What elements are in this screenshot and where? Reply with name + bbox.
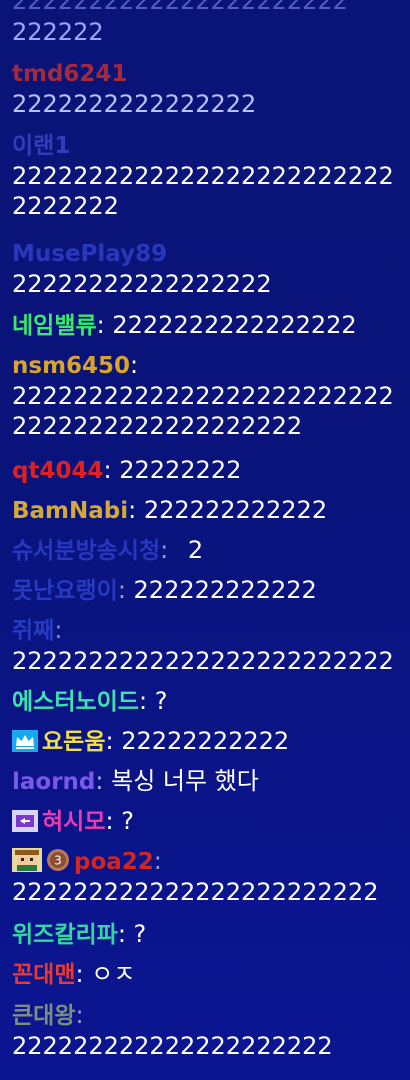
- chat-nickname[interactable]: tmd6241: [12, 61, 127, 87]
- chat-line: qt4044: 22222222: [12, 456, 242, 484]
- chat-line: 222222: [12, 17, 404, 47]
- chat-message-text: 2222222222222222222222222: [12, 647, 394, 675]
- chat-message-text: 2: [187, 536, 204, 564]
- chat-nickname[interactable]: poa22: [74, 849, 154, 875]
- chat-message-text: 22222222222: [121, 727, 290, 755]
- chat-nickname[interactable]: BamNabi: [12, 498, 128, 524]
- chat-nickname[interactable]: qt4044: [12, 458, 103, 484]
- chat-nickname[interactable]: 꼰대맨: [12, 962, 75, 988]
- chat-nickname[interactable]: 큰대왕: [12, 1003, 75, 1029]
- chat-message-text: ?: [121, 807, 134, 835]
- chat-nickname[interactable]: 혀시모: [42, 809, 105, 835]
- chat-message-text: 2222222222222222222222222222222222222222…: [12, 382, 394, 440]
- chat-message-text: 복싱 너무 했다: [111, 767, 259, 795]
- chat-message-text: ㅇㅈ: [91, 960, 136, 988]
- chat-message-text: 22222222222222222: [12, 270, 272, 298]
- chat-message-text: 222222222222222222222: [12, 1032, 333, 1060]
- chat-message-text: 2222222222222222222222: [12, 0, 348, 15]
- chat-nickname[interactable]: 쥐째: [12, 618, 54, 644]
- pixel-avatar-icon: [12, 848, 42, 872]
- level-badge: 3: [46, 848, 70, 872]
- chat-message-text: 222222222222: [133, 576, 317, 604]
- chat-message-text: ?: [154, 687, 168, 715]
- chat-line: 위즈칼리파: ?: [12, 920, 147, 948]
- chat-nickname[interactable]: 못난요랭이: [12, 578, 118, 604]
- chat-line: 혀시모: ?: [12, 806, 404, 837]
- chat-message-text: 22222222: [119, 456, 242, 484]
- crown-icon: [12, 730, 38, 752]
- chat-line: BamNabi: 222222222222: [12, 496, 328, 524]
- chat-nickname[interactable]: 네임밸류: [12, 313, 97, 339]
- chat-line: nsm6450: 2222222222222222222222222222222…: [12, 351, 394, 440]
- chat-nickname[interactable]: 이랜1: [12, 133, 70, 159]
- chat-nickname[interactable]: 슈서분방송시청: [12, 538, 160, 564]
- chat-line: 슈서분방송시청: 2: [12, 536, 204, 564]
- chat-line-partial: 2222222222222222222222: [12, 0, 404, 16]
- chat-nickname[interactable]: 위즈칼리파: [12, 922, 118, 948]
- chat-line: MusePlay89 22222222222222222: [12, 238, 404, 299]
- chat-line: 이랜1 22222222222222222222222222222222: [12, 130, 404, 221]
- chat-line: laornd: 복싱 너무 했다: [12, 767, 259, 795]
- chat-message-text: 222222222222222222222222: [12, 878, 379, 906]
- chat-line: 꼰대맨: ㅇㅈ: [12, 960, 136, 988]
- chat-line: 네임밸류: 2222222222222222: [12, 311, 357, 339]
- chat-line: tmd6241 2222222222222222: [12, 58, 404, 119]
- ticket-icon: [12, 810, 38, 832]
- chat-message-text: 22222222222222222222222222222222: [12, 162, 394, 220]
- chat-line: 요돈움: 22222222222: [12, 726, 404, 757]
- chat-nickname[interactable]: 요돈움: [42, 729, 105, 755]
- chat-message-text: 222222222222: [143, 496, 328, 524]
- chat-nickname[interactable]: nsm6450: [12, 353, 130, 379]
- chat-message-text: 2222222222222222: [12, 90, 257, 118]
- chat-message-text: 222222: [12, 18, 104, 46]
- chat-line: 에스터노이드: ?: [12, 687, 168, 715]
- chat-line: 쥐째: 2222222222222222222222222: [12, 616, 394, 675]
- chat-nickname[interactable]: MusePlay89: [12, 241, 167, 267]
- chat-panel: 2222222222222222222222 222222 tmd6241 22…: [0, 0, 410, 1080]
- chat-message-text: 2222222222222222: [112, 311, 357, 339]
- chat-nickname[interactable]: laornd: [12, 769, 95, 795]
- chat-line: 큰대왕: 222222222222222222222: [12, 1001, 333, 1060]
- chat-message-text: ?: [133, 920, 147, 948]
- chat-line: 3 poa22: 222222222222222222222222: [12, 847, 379, 906]
- chat-line: 못난요랭이: 222222222222: [12, 576, 317, 604]
- level-number: 3: [54, 854, 62, 868]
- chat-nickname[interactable]: 에스터노이드: [12, 689, 139, 715]
